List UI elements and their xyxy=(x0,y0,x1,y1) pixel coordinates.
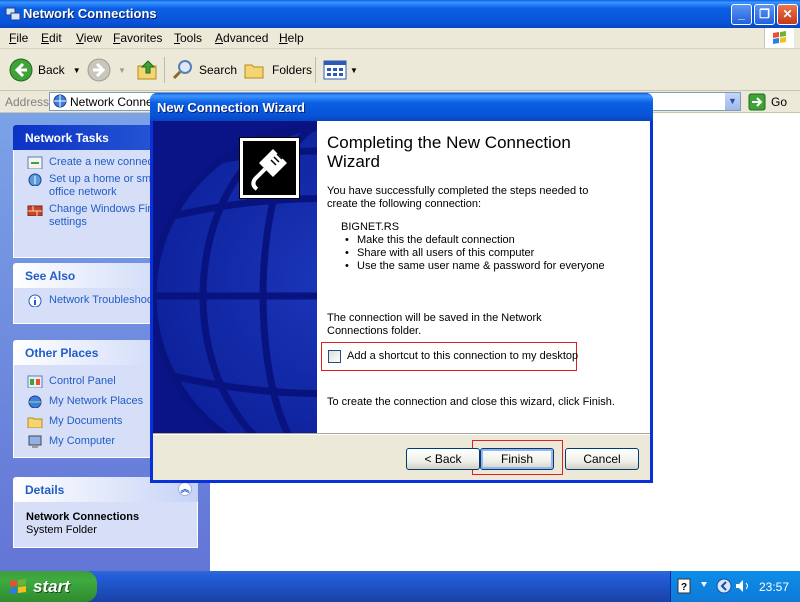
up-folder-button[interactable] xyxy=(136,57,160,83)
finish-button[interactable]: Finish xyxy=(480,448,554,470)
info-icon xyxy=(28,294,42,307)
wizard-title: New Connection Wizard xyxy=(157,100,305,115)
menu-favorites[interactable]: Favorites xyxy=(113,31,162,45)
close-button[interactable]: ✕ xyxy=(777,4,798,25)
volume-icon[interactable] xyxy=(734,578,752,594)
connection-options-list: Make this the default connection Share w… xyxy=(341,234,605,273)
back-button[interactable]: < Back xyxy=(406,448,480,470)
new-connection-wizard-dialog: New Connection Wizard Completing the New… xyxy=(150,93,653,483)
wizard-title-bar[interactable]: New Connection Wizard xyxy=(150,93,653,121)
back-arrow-icon xyxy=(9,58,33,82)
wizard-heading: Completing the New Connection Wizard xyxy=(327,133,571,171)
finish-instruction-text: To create the connection and close this … xyxy=(327,396,615,408)
menu-advanced[interactable]: Advanced xyxy=(215,31,268,45)
desktop-shortcut-label[interactable]: Add a shortcut to this connection to my … xyxy=(347,350,578,362)
address-value: Network Connec xyxy=(70,95,159,109)
go-button[interactable]: Go xyxy=(748,92,787,111)
back-dropdown-icon[interactable]: ▼ xyxy=(73,66,81,75)
menu-help[interactable]: Help xyxy=(279,31,304,45)
search-button[interactable]: Search xyxy=(171,57,237,83)
maximize-button[interactable]: ❐ xyxy=(754,4,775,25)
menu-file[interactable]: File xyxy=(9,31,28,45)
details-panel: Details ︽ Network Connections System Fol… xyxy=(13,477,198,548)
details-type: System Folder xyxy=(26,524,97,536)
wizard-content: Completing the New Connection Wizard You… xyxy=(317,121,650,433)
svg-text:?: ? xyxy=(681,582,687,593)
list-item: Use the same user name & password for ev… xyxy=(341,260,605,273)
network-connections-icon xyxy=(53,94,67,108)
wizard-separator xyxy=(153,433,650,435)
menu-bar: File Edit View Favorites Tools Advanced … xyxy=(0,28,800,49)
clock[interactable]: 23:57 xyxy=(759,580,789,594)
desktop-shortcut-checkbox[interactable] xyxy=(328,350,341,363)
forward-button[interactable]: ▼ xyxy=(86,57,126,83)
forward-dropdown-icon[interactable]: ▼ xyxy=(118,66,126,75)
toolbar-separator xyxy=(315,57,316,83)
tray-arrow-icon[interactable] xyxy=(699,578,709,594)
menu-view[interactable]: View xyxy=(76,31,102,45)
network-places-icon xyxy=(28,395,42,408)
forward-arrow-icon xyxy=(87,58,111,82)
list-item: Share with all users of this computer xyxy=(341,247,605,260)
network-connections-icon xyxy=(5,7,21,21)
folders-button[interactable]: Folders xyxy=(243,57,312,83)
window-title: Network Connections xyxy=(23,6,157,21)
go-arrow-icon xyxy=(748,93,766,110)
connection-name: BIGNET.RS xyxy=(341,221,400,233)
up-folder-icon xyxy=(137,60,157,80)
address-label: Address xyxy=(5,95,50,109)
explorer-title-bar[interactable]: Network Connections _ ❐ ✕ xyxy=(0,0,800,28)
firewall-icon xyxy=(27,205,43,216)
list-item: Make this the default connection xyxy=(341,234,605,247)
system-tray: ? 23:57 xyxy=(670,571,800,602)
start-button[interactable]: start xyxy=(0,571,97,602)
saved-location-text: The connection will be saved in the Netw… xyxy=(327,312,542,337)
collapse-chevron-icon[interactable]: ︽ xyxy=(178,482,192,496)
address-dropdown-icon[interactable]: ▼ xyxy=(724,93,740,110)
show-hidden-icons-icon[interactable] xyxy=(716,578,732,594)
menu-edit[interactable]: Edit xyxy=(41,31,62,45)
views-button[interactable]: ▼ xyxy=(323,57,358,83)
folders-icon xyxy=(244,64,264,79)
new-connection-icon xyxy=(27,156,43,169)
my-documents-icon xyxy=(27,417,43,428)
wizard-side-panel xyxy=(153,121,317,433)
windows-flag-icon xyxy=(764,28,794,48)
my-computer-icon xyxy=(28,435,42,448)
standard-toolbar: Back ▼ ▼ Search Folders ▼ xyxy=(0,49,800,91)
home-network-icon xyxy=(28,173,42,186)
toolbar-separator xyxy=(164,57,165,83)
back-button[interactable]: Back ▼ xyxy=(8,57,81,83)
views-dropdown-icon[interactable]: ▼ xyxy=(350,66,358,75)
details-name: Network Connections xyxy=(26,511,140,523)
control-panel-icon xyxy=(27,375,43,388)
cancel-button[interactable]: Cancel xyxy=(565,448,639,470)
minimize-button[interactable]: _ xyxy=(731,4,752,25)
menu-tools[interactable]: Tools xyxy=(174,31,202,45)
network-cable-logo-icon xyxy=(239,137,300,199)
wizard-intro-text: You have successfully completed the step… xyxy=(327,185,589,210)
views-icon xyxy=(323,60,347,80)
wizard-client-area: Completing the New Connection Wizard You… xyxy=(153,121,650,480)
taskbar: start ? 23:57 xyxy=(0,571,800,602)
windows-logo-icon xyxy=(10,578,26,594)
search-icon xyxy=(172,60,192,80)
help-icon[interactable]: ? xyxy=(677,578,691,594)
